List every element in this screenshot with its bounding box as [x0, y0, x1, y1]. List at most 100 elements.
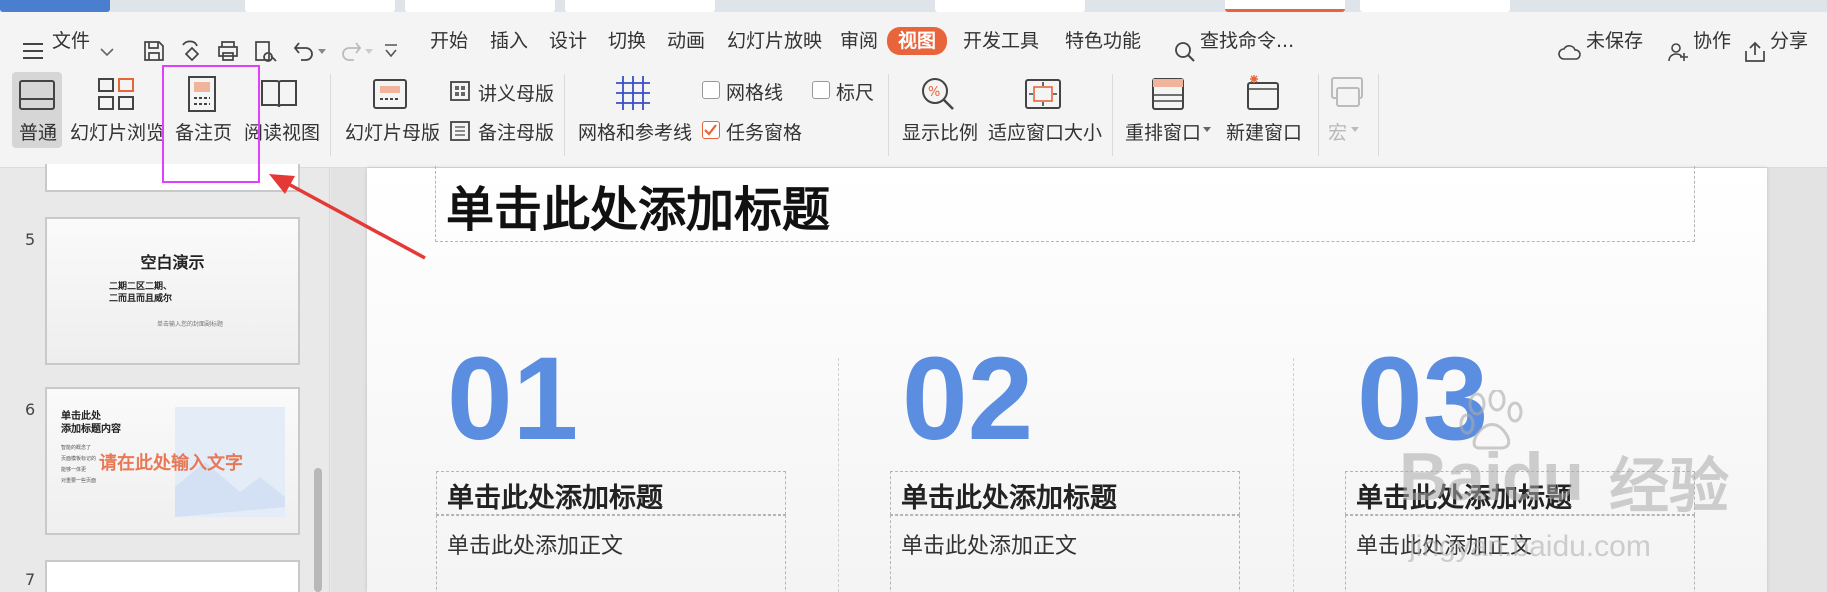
- arrange-dropdown-icon[interactable]: [1203, 127, 1211, 133]
- thumb6-overlay-text: 请在此处输入文字: [99, 453, 243, 474]
- new-window-button[interactable]: 新建窗口: [1226, 118, 1302, 145]
- thumb5-title: 空白演示: [140, 253, 205, 272]
- tab-review[interactable]: 审阅: [840, 26, 878, 56]
- undo-dropdown-icon[interactable]: [318, 49, 326, 55]
- tab-slideshow[interactable]: 幻灯片放映: [727, 26, 822, 56]
- slide-thumbnail-6[interactable]: 单击此处 添加标题内容 智能的概念了 页面模板标记的 能够一体更 对重要一些页面…: [45, 387, 300, 535]
- column-3-number: 03: [1357, 333, 1489, 465]
- svg-text:%: %: [928, 85, 940, 100]
- handout-master-button[interactable]: 讲义母版: [478, 79, 554, 106]
- normal-view-button[interactable]: 普通: [12, 72, 62, 148]
- column-2-heading-box[interactable]: 单击此处添加标题: [890, 471, 1240, 515]
- notes-master-icon[interactable]: [449, 120, 471, 142]
- tab-doc-3[interactable]: [565, 0, 715, 12]
- tab-animations[interactable]: 动画: [667, 26, 705, 56]
- slide-master-icon[interactable]: [372, 78, 408, 110]
- ruler-label: 标尺: [836, 82, 875, 104]
- slide-title-text: 单击此处添加标题: [446, 182, 831, 238]
- column-1-body-box[interactable]: 单击此处添加正文: [436, 515, 786, 592]
- ruler-checkbox[interactable]: [812, 81, 830, 99]
- handout-master-icon[interactable]: [449, 80, 471, 102]
- tab-developer[interactable]: 开发工具: [963, 26, 1039, 56]
- tab-home[interactable]: [0, 0, 110, 12]
- macro-dropdown-icon[interactable]: [1351, 127, 1359, 133]
- share-button[interactable]: 分享: [1770, 26, 1808, 56]
- column-2-body: 单击此处添加正文: [901, 534, 1078, 559]
- slide-master-button[interactable]: 幻灯片母版: [345, 118, 440, 145]
- arrange-windows-icon[interactable]: [1150, 76, 1186, 112]
- ribbon-separator: [1112, 74, 1113, 156]
- ribbon-separator: [1318, 74, 1319, 156]
- fit-window-button[interactable]: 适应窗口大小: [988, 118, 1102, 145]
- notes-page-highlight-box: [162, 65, 260, 183]
- share-icon[interactable]: [1744, 41, 1766, 63]
- fit-window-icon[interactable]: [1024, 78, 1062, 110]
- task-pane-checkbox[interactable]: [702, 121, 720, 139]
- task-pane-label: 任务窗格: [726, 122, 803, 144]
- macro-button[interactable]: 宏: [1328, 118, 1347, 145]
- gridlines-checkbox[interactable]: [702, 81, 720, 99]
- thumb6-title-line2: 添加标题内容: [61, 424, 121, 435]
- search-commands-input[interactable]: 查找命令...: [1200, 26, 1294, 56]
- column-2-body-box[interactable]: 单击此处添加正文: [890, 515, 1240, 592]
- tab-doc-2[interactable]: [405, 0, 555, 12]
- slide-title-placeholder[interactable]: 单击此处添加标题: [435, 166, 1695, 242]
- file-menu-button[interactable]: 文件: [52, 26, 90, 56]
- grid-guides-icon[interactable]: [614, 74, 652, 112]
- chevron-down-icon[interactable]: [100, 47, 114, 57]
- macro-icon[interactable]: [1328, 76, 1366, 112]
- gridlines-label: 网格线: [726, 82, 784, 104]
- slide-thumbnail-5[interactable]: 空白演示 二期二区二期、 二而且而且威尔 单击输入您的封面副标题: [45, 217, 300, 365]
- cloud-icon[interactable]: [1558, 42, 1582, 62]
- column-3-body-box[interactable]: 单击此处添加正文: [1345, 515, 1695, 592]
- column-3-body: 单击此处添加正文: [1356, 534, 1533, 559]
- tab-insert[interactable]: 插入: [490, 26, 528, 56]
- slide-number-5: 5: [25, 230, 36, 249]
- thumbnail-scrollbar-thumb[interactable]: [314, 468, 322, 592]
- tab-transitions[interactable]: 切换: [608, 26, 646, 56]
- notes-master-button[interactable]: 备注母版: [478, 118, 554, 145]
- thumb6-bullet: 对重要一些页面: [61, 478, 97, 484]
- reading-view-icon[interactable]: [260, 78, 298, 110]
- zoom-button[interactable]: 显示比例: [902, 118, 978, 145]
- column-3-heading: 单击此处添加标题: [1356, 483, 1572, 514]
- tab-doc-4[interactable]: [935, 0, 1085, 12]
- format-painter-icon[interactable]: [180, 40, 202, 62]
- new-window-icon[interactable]: [1244, 74, 1282, 112]
- tab-view[interactable]: 视图: [887, 27, 948, 55]
- save-icon[interactable]: [143, 40, 165, 62]
- tab-special-features[interactable]: 特色功能: [1065, 26, 1141, 56]
- view-ribbon: 普通 幻灯片浏览 备注页 阅读视图 幻灯片母版 讲义母版 备注母版 网格和参考线…: [0, 70, 1827, 168]
- column-1-heading: 单击此处添加标题: [447, 483, 663, 514]
- slide-thumbnail-7[interactable]: [45, 560, 300, 592]
- print-preview-icon[interactable]: [254, 40, 278, 62]
- column-1-heading-box[interactable]: 单击此处添加标题: [436, 471, 786, 515]
- slide-number-6: 6: [25, 400, 36, 419]
- arrange-windows-button[interactable]: 重排窗口: [1125, 118, 1201, 145]
- redo-icon[interactable]: [340, 41, 362, 61]
- tab-design[interactable]: 设计: [549, 26, 587, 56]
- slide-sorter-button[interactable]: 幻灯片浏览: [70, 118, 165, 145]
- unsaved-status[interactable]: 未保存: [1586, 26, 1643, 56]
- hamburger-menu-icon[interactable]: [22, 42, 44, 60]
- print-icon[interactable]: [217, 40, 239, 62]
- redo-dropdown-icon[interactable]: [365, 49, 373, 55]
- customize-toolbar-icon[interactable]: [384, 43, 398, 59]
- tab-doc-active[interactable]: [1225, 0, 1345, 12]
- tab-start[interactable]: 开始: [430, 26, 468, 56]
- collaborate-icon[interactable]: [1668, 41, 1690, 63]
- slide-sorter-icon[interactable]: [96, 76, 136, 112]
- thumb5-caption: 单击输入您的封面副标题: [157, 321, 224, 328]
- thumb5-line2: 二而且而且威尔: [109, 294, 173, 304]
- thumb6-bullet: 能够一体更: [61, 467, 87, 473]
- thumb6-bullet: 页面模板标记的: [61, 456, 97, 462]
- column-3-heading-box[interactable]: 单击此处添加标题: [1345, 471, 1695, 515]
- collaborate-button[interactable]: 协作: [1693, 26, 1731, 56]
- search-icon[interactable]: [1174, 41, 1196, 63]
- zoom-icon[interactable]: %: [920, 76, 956, 112]
- undo-icon[interactable]: [293, 41, 315, 61]
- tab-doc-1[interactable]: [245, 0, 395, 12]
- grid-guides-button[interactable]: 网格和参考线: [578, 118, 692, 145]
- document-tab-strip: [0, 0, 1827, 12]
- tab-doc-5[interactable]: [1360, 0, 1510, 12]
